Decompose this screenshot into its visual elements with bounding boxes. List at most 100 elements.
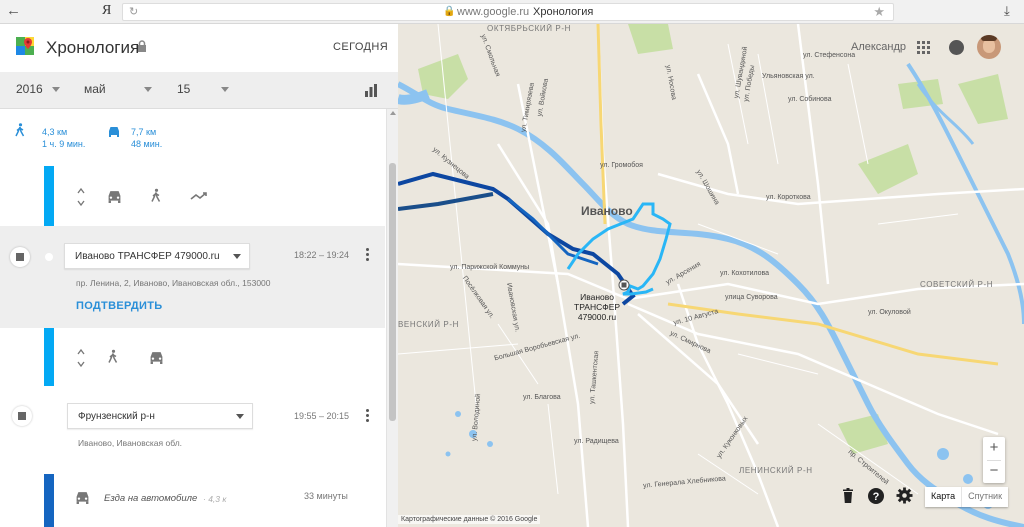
google-maps-logo-icon bbox=[16, 37, 34, 55]
walk-duration: 1 ч. 9 мин. bbox=[42, 139, 86, 149]
user-name[interactable]: Александр bbox=[851, 41, 906, 53]
drive-distance: · 4,3 к bbox=[203, 494, 227, 504]
scroll-up-icon[interactable] bbox=[390, 111, 396, 115]
year-dropdown[interactable]: 2016 bbox=[16, 82, 64, 96]
visit-card: Иваново ТРАНСФЕР 479000.ru 18:22 – 19:24… bbox=[0, 226, 385, 328]
drive-summary: 7,7 км 48 мин. bbox=[131, 126, 162, 150]
car-icon bbox=[109, 127, 119, 137]
stop-marker-icon bbox=[10, 247, 30, 267]
reload-icon[interactable]: ↻ bbox=[129, 5, 138, 18]
visit-address: Иваново, Ивановская обл. bbox=[78, 438, 183, 448]
panel-scrollbar[interactable] bbox=[386, 109, 398, 527]
street-label: ул. Окуловой bbox=[868, 309, 911, 316]
visit-time: 19:55 – 20:15 bbox=[294, 411, 350, 421]
street-label: улица Суворова bbox=[725, 294, 778, 301]
drive-label: Езда на автомобиле bbox=[104, 493, 198, 504]
scroll-thumb[interactable] bbox=[389, 163, 396, 421]
reorder-arrows-icon[interactable] bbox=[77, 187, 85, 207]
visit-time: 18:22 – 19:24 bbox=[294, 250, 350, 260]
settings-gear-icon[interactable] bbox=[896, 487, 913, 504]
address-bar[interactable]: ↻ 🔒 www.google.ru Хронология ★ bbox=[122, 3, 894, 21]
street-label: ул. Стефенсона bbox=[803, 52, 856, 59]
park-area bbox=[958, 74, 1008, 124]
reorder-arrows-icon[interactable] bbox=[77, 348, 85, 368]
street-label: ул. Радищева bbox=[574, 438, 619, 445]
lock-icon bbox=[138, 40, 146, 52]
river bbox=[398, 89, 430, 105]
city-label: Иваново bbox=[581, 204, 633, 218]
avatar[interactable] bbox=[977, 35, 1001, 59]
walk-distance: 4,3 км bbox=[42, 127, 68, 137]
panel-header: Хронология СЕГОДНЯ bbox=[0, 24, 398, 72]
street-label: ул. Кохотилова bbox=[720, 270, 770, 277]
map-type-satellite-button[interactable]: Спутник bbox=[961, 487, 1008, 507]
place-name: Иваново ТРАНСФЕР 479000.ru bbox=[75, 251, 220, 262]
page-title: Хронология bbox=[46, 38, 140, 57]
drive-route bbox=[398, 192, 494, 211]
place-dropdown[interactable]: Фрунзенский р-н bbox=[67, 403, 253, 429]
day-value: 15 bbox=[177, 82, 191, 96]
district-label: ЛЕНИНСКИЙ Р-Н bbox=[739, 466, 813, 475]
street-label: ул. Короткова bbox=[766, 194, 811, 201]
car-icon bbox=[76, 492, 89, 504]
zoom-out-button[interactable]: − bbox=[983, 460, 1005, 483]
street-label: Ульяновская ул. bbox=[762, 73, 815, 80]
confirm-button[interactable]: ПОДТВЕРДИТЬ bbox=[76, 300, 162, 312]
trash-icon[interactable] bbox=[842, 488, 854, 503]
more-options-icon[interactable] bbox=[366, 409, 370, 423]
help-icon[interactable]: ? bbox=[868, 488, 884, 504]
svg-text:?: ? bbox=[873, 491, 880, 503]
month-dropdown[interactable]: май bbox=[84, 82, 156, 96]
download-icon[interactable]: ⤓ bbox=[1004, 3, 1010, 19]
map-type-map-button[interactable]: Карта bbox=[925, 487, 961, 507]
yandex-logo[interactable]: Я bbox=[102, 3, 111, 19]
chevron-down-icon bbox=[144, 87, 152, 92]
map-canvas[interactable]: ОКТЯБРЬСКИЙ Р-Н СОВЕТСКИЙ Р-Н ВЕНСКИЙ Р-… bbox=[398, 24, 1024, 527]
poi-label: Иваново ТРАНСФЕР 479000.ru bbox=[574, 292, 621, 322]
trending-more-icon[interactable] bbox=[190, 191, 208, 201]
street-label: ул. Благова bbox=[523, 394, 561, 401]
stop-marker-icon bbox=[12, 406, 32, 426]
timeline-dot bbox=[45, 412, 53, 420]
month-value: май bbox=[84, 82, 106, 96]
today-button[interactable]: СЕГОДНЯ bbox=[333, 41, 388, 53]
chevron-down-icon bbox=[221, 87, 229, 92]
street-label: ул. Громобоя bbox=[600, 162, 643, 169]
district-label: ВЕНСКИЙ Р-Н bbox=[398, 320, 459, 329]
district-label: СОВЕТСКИЙ Р-Н bbox=[920, 280, 994, 289]
more-options-icon[interactable] bbox=[366, 248, 370, 262]
walking-icon[interactable] bbox=[108, 349, 118, 364]
car-icon[interactable] bbox=[107, 190, 122, 203]
district-label: ОКТЯБРЬСКИЙ Р-Н bbox=[487, 24, 571, 33]
park-area bbox=[628, 24, 673, 54]
street-label: ул. Собинова bbox=[788, 96, 832, 103]
drive-segment[interactable]: Езда на автомобиле · 4,3 к 33 минуты bbox=[0, 482, 385, 522]
drive-route bbox=[398, 171, 636, 306]
apps-grid-icon[interactable] bbox=[917, 41, 930, 54]
day-dropdown[interactable]: 15 bbox=[177, 82, 233, 96]
back-arrow-icon[interactable]: ← bbox=[6, 2, 21, 19]
zoom-in-button[interactable]: + bbox=[983, 437, 1005, 460]
chevron-down-icon bbox=[236, 414, 244, 419]
drive-duration: 33 минуты bbox=[304, 491, 348, 501]
chevron-down-icon bbox=[52, 87, 60, 92]
lock-icon: 🔒 bbox=[443, 6, 456, 17]
year-value: 2016 bbox=[16, 82, 43, 96]
url-domain: www.google.ru bbox=[457, 6, 530, 18]
visit-card: Фрунзенский р-н 19:55 – 20:15 Иваново, И… bbox=[0, 386, 385, 474]
browser-toolbar: ← Я ↻ 🔒 www.google.ru Хронология ★ ⤓ bbox=[0, 0, 1024, 24]
visit-address: пр. Ленина, 2, Иваново, Ивановская обл.,… bbox=[76, 278, 271, 288]
map-type-toggle: Карта Спутник bbox=[925, 487, 1009, 507]
map-graphic bbox=[398, 24, 1024, 527]
drive-duration: 48 мин. bbox=[131, 139, 163, 149]
notifications-bell-icon[interactable] bbox=[949, 40, 964, 55]
car-icon[interactable] bbox=[149, 351, 164, 364]
walking-icon[interactable] bbox=[151, 188, 161, 203]
bookmark-star-icon[interactable]: ★ bbox=[873, 4, 885, 20]
bar-chart-icon[interactable] bbox=[364, 83, 378, 97]
date-selector-bar: 2016 май 15 bbox=[0, 72, 398, 109]
url-page-title: Хронология bbox=[533, 6, 594, 18]
place-dropdown[interactable]: Иваново ТРАНСФЕР 479000.ru bbox=[64, 243, 250, 269]
zoom-control: + − bbox=[983, 437, 1005, 483]
park-area bbox=[858, 144, 918, 194]
